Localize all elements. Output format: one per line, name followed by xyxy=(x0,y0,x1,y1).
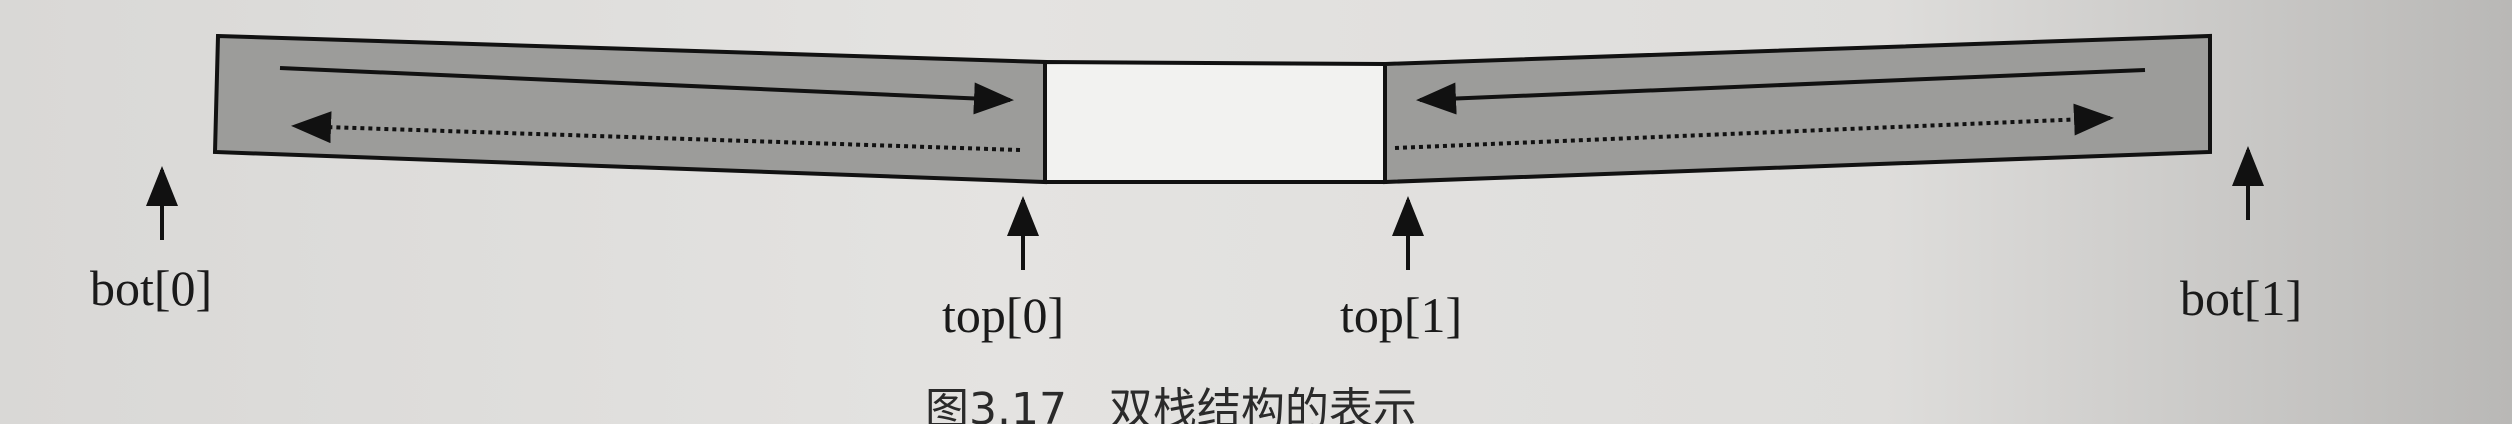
dual-stack-diagram: bot[0] top[0] top[1] bot[1] 图3.17 双栈结构的表… xyxy=(90,33,2302,424)
top1-label: top[1] xyxy=(1340,287,1462,343)
stack-0-region xyxy=(212,33,1047,185)
top0-label: top[0] xyxy=(942,287,1064,343)
bot1-label: bot[1] xyxy=(2180,270,2302,326)
bot0-label: bot[0] xyxy=(90,260,212,316)
stack-1-region xyxy=(1383,33,2212,185)
figure-caption: 图3.17 双栈结构的表示 xyxy=(925,384,1417,424)
free-space-region xyxy=(1043,59,1387,184)
